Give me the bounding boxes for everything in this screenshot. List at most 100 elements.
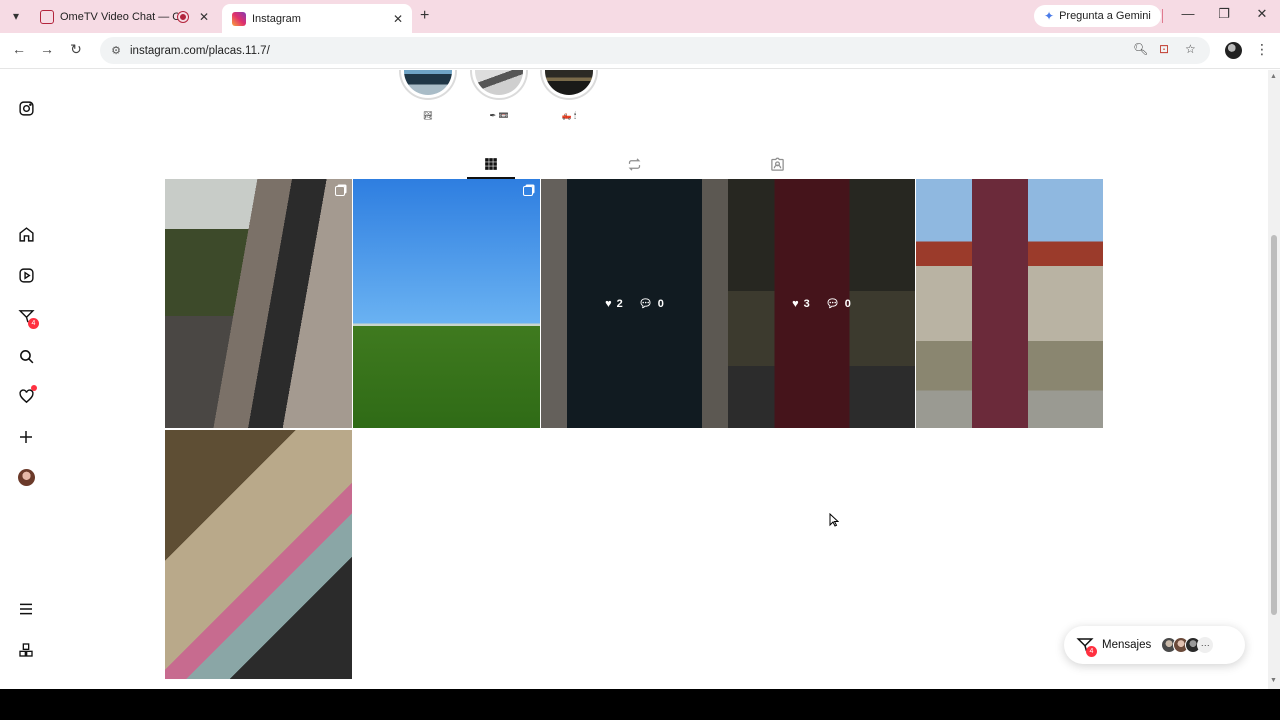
forward-icon[interactable]: → (37, 41, 57, 57)
highlight-label: 🏞 (422, 111, 434, 120)
reels-icon[interactable] (16, 265, 36, 285)
close-tab-icon[interactable]: ✕ (390, 12, 406, 26)
post-thumbnail[interactable]: ♥ 2 💬︎ 0 (541, 179, 728, 428)
ometv-favicon-icon (40, 9, 54, 24)
scrollbar-thumb[interactable] (1271, 235, 1277, 615)
tab-strip: ▾ OmeTV Video Chat — Ome ✕ Instagram ✕ +… (0, 0, 1280, 33)
avatar (17, 468, 35, 486)
notification-badge: 4 (28, 318, 39, 329)
instagram-sidebar: 4 (0, 70, 52, 689)
close-tab-icon[interactable]: ✕ (196, 10, 212, 24)
install-app-icon[interactable]: ⊡ (1159, 42, 1169, 56)
more-icon: ··· (1197, 637, 1214, 653)
minimize-icon[interactable]: — (1178, 6, 1198, 21)
highlight-3[interactable] (540, 70, 598, 100)
post-image (916, 179, 1103, 428)
instagram-logo-icon[interactable] (16, 98, 36, 118)
likes-stat: ♥ 2 (605, 298, 623, 310)
create-plus-icon[interactable] (16, 427, 36, 447)
grid-icon (485, 157, 497, 170)
scroll-up-icon[interactable]: ▲ (1270, 73, 1277, 80)
likes-stat: ♥ 3 (792, 298, 810, 310)
comment-icon: 💬︎ (638, 298, 653, 310)
gemini-sparkle-icon: ✦ (1044, 9, 1055, 23)
activity-dot (31, 385, 37, 391)
highlight-cover (475, 70, 523, 95)
profile-tabs (165, 150, 1103, 179)
comments-stat: 💬︎ 0 (825, 297, 851, 311)
highlight-1[interactable] (399, 70, 457, 100)
mouse-cursor-icon (829, 513, 839, 527)
divider (1162, 9, 1163, 23)
messenger-icon[interactable]: 4 (16, 306, 39, 329)
heart-icon[interactable] (16, 385, 37, 406)
comments-stat: 💬︎ 0 (638, 297, 664, 311)
gemini-button[interactable]: ✦ Pregunta a Gemini (1034, 5, 1161, 27)
back-icon[interactable]: ← (9, 41, 29, 57)
tab-posts[interactable] (467, 150, 515, 179)
instagram-page: 4 🏞 ✒ 📼 🛻 🕯 ♥ 2 💬︎ 0 ♥ 3 💬︎ 0 4 Mensajes… (0, 70, 1280, 689)
gemini-label: Pregunta a Gemini (1059, 10, 1151, 22)
highlight-cover (545, 70, 593, 95)
zoom-icon[interactable]: 🔍︎ (1133, 42, 1148, 56)
posts-grid: ♥ 2 💬︎ 0 ♥ 3 💬︎ 0 (165, 179, 1103, 679)
highlight-label: 🛻 🕯 (561, 111, 577, 120)
tab-title: Instagram (252, 12, 301, 25)
post-thumbnail[interactable] (165, 430, 352, 679)
post-image (165, 430, 352, 679)
new-tab-icon[interactable]: + (420, 7, 429, 25)
tab-reposts[interactable] (610, 150, 658, 179)
site-info-icon[interactable]: ⚙ (108, 44, 124, 57)
reload-icon[interactable]: ↻ (66, 41, 86, 58)
tab-search-icon[interactable]: ▾ (6, 6, 26, 26)
highlight-2[interactable] (470, 70, 528, 100)
post-hover-overlay: ♥ 2 💬︎ 0 (541, 179, 728, 428)
post-image (165, 179, 352, 428)
address-bar[interactable]: ⚙ instagram.com/placas.11.7/ (100, 37, 1210, 64)
post-thumbnail[interactable] (916, 179, 1103, 428)
restore-icon[interactable]: ❐ (1214, 6, 1234, 22)
heart-filled-icon: ♥ (792, 297, 799, 310)
post-thumbnail[interactable]: ♥ 3 💬︎ 0 (728, 179, 915, 428)
message-avatars: ··· (1161, 637, 1214, 653)
url-text: instagram.com/placas.11.7/ (130, 44, 270, 57)
search-icon[interactable] (16, 346, 36, 366)
highlight-label: ✒ 📼 (489, 111, 509, 120)
recording-icon (178, 11, 188, 22)
post-thumbnail[interactable] (165, 179, 352, 428)
tab-ometv[interactable]: OmeTV Video Chat — Ome ✕ (30, 4, 218, 29)
carousel-icon (523, 186, 533, 196)
tagged-icon (770, 157, 784, 171)
scroll-down-icon[interactable]: ▼ (1270, 677, 1277, 684)
profile-avatar[interactable] (16, 467, 36, 487)
tab-instagram[interactable]: Instagram ✕ (222, 4, 412, 33)
messages-badge: 4 (1086, 646, 1097, 657)
browser-toolbar: ← → ↻ ⚙ instagram.com/placas.11.7/ 🔍︎ ⊡ … (0, 33, 1280, 69)
more-apps-icon[interactable] (16, 640, 36, 660)
messages-label: Mensajes (1102, 639, 1152, 651)
page-scrollbar[interactable]: ▲ ▼ (1268, 70, 1280, 689)
close-window-icon[interactable]: ✕ (1252, 6, 1272, 22)
comments-count: 0 (844, 297, 851, 310)
heart-filled-icon: ♥ (605, 297, 612, 310)
carousel-icon (335, 186, 345, 196)
browser-menu-icon[interactable]: ⋮ (1255, 41, 1269, 58)
repost-icon (628, 158, 640, 171)
browser-profile-avatar[interactable] (1225, 42, 1242, 59)
browser-window: ▾ OmeTV Video Chat — Ome ✕ Instagram ✕ +… (0, 0, 1280, 689)
comments-count: 0 (657, 297, 664, 310)
messages-button[interactable]: 4 Mensajes ··· (1064, 626, 1245, 664)
bookmark-star-icon[interactable]: ☆ (1185, 42, 1196, 56)
home-icon[interactable] (16, 224, 36, 244)
highlight-cover (404, 70, 452, 95)
instagram-favicon-icon (232, 11, 246, 26)
tab-tagged[interactable] (753, 150, 801, 179)
tab-title: OmeTV Video Chat — Ome (60, 10, 178, 23)
hamburger-menu-icon[interactable] (16, 599, 36, 619)
post-hover-overlay: ♥ 3 💬︎ 0 (728, 179, 915, 428)
post-image (353, 179, 540, 428)
likes-count: 2 (616, 297, 623, 310)
post-thumbnail[interactable] (353, 179, 540, 428)
messenger-icon: 4 (1076, 636, 1097, 657)
comment-icon: 💬︎ (825, 298, 840, 310)
